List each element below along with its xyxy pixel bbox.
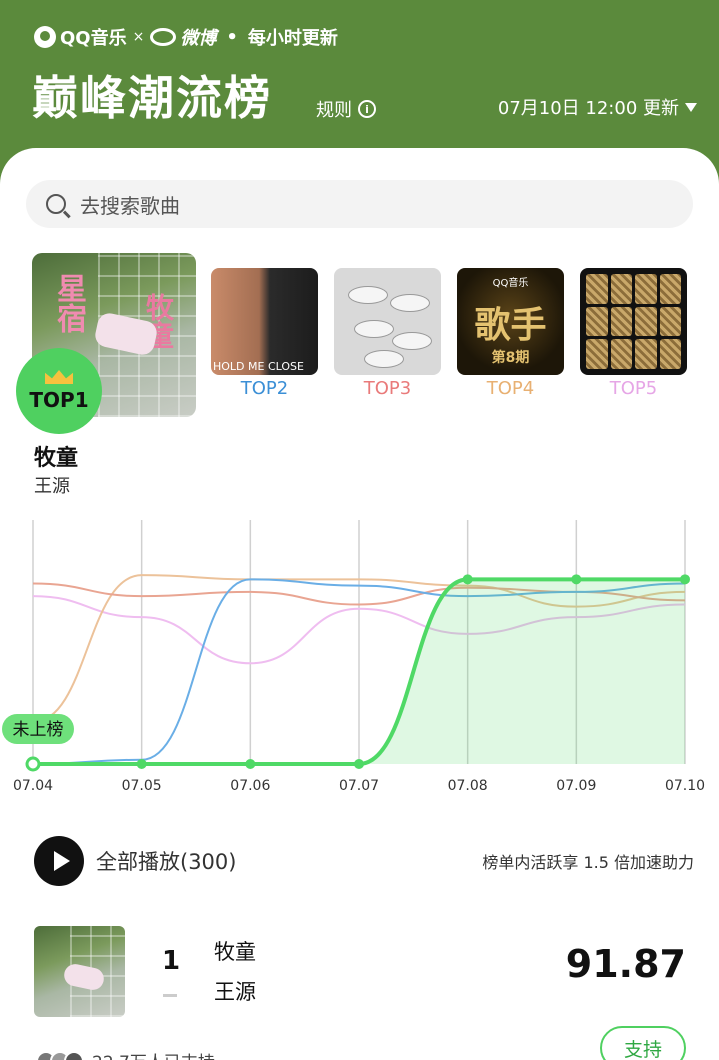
x-tick-label: 07.05: [122, 778, 162, 794]
supporters-info: 22.7万人已支持: [36, 1048, 215, 1060]
support-button[interactable]: 支持: [600, 1026, 686, 1060]
search-bar[interactable]: 去搜索歌曲: [26, 180, 693, 228]
cover-lettering: 星宿: [51, 273, 86, 333]
unranked-label: 未上榜: [13, 720, 64, 740]
weibo-logo-icon: [150, 28, 177, 46]
info-icon: i: [358, 100, 376, 118]
trend-chart: 未上榜 07.04 07.05 07.06 07.07 07.08 07.09 07.10: [2, 520, 705, 794]
top2-cover[interactable]: HOLD ME CLOSE: [211, 268, 318, 375]
song-score: 91.87: [565, 942, 686, 986]
caret-down-icon: [685, 102, 697, 112]
x-tick-label: 07.04: [13, 778, 53, 794]
qq-music-logo-icon: [34, 26, 56, 48]
boost-hint: 榜单内活跃享 1.5 倍加速助力: [482, 853, 694, 872]
x-tick-label: 07.10: [665, 778, 705, 794]
top5-label: TOP5: [609, 378, 658, 399]
rank-change-indicator: [163, 994, 177, 997]
top2-label: TOP2: [240, 378, 289, 399]
data-point: [245, 759, 256, 769]
update-time-dropdown[interactable]: 07月10日 12:00 更新: [498, 94, 697, 120]
top3-label: TOP3: [363, 378, 412, 399]
rules-link[interactable]: 规则 i: [316, 96, 376, 122]
page-title: 巅峰潮流榜: [32, 71, 272, 125]
play-all-button[interactable]: [34, 836, 84, 886]
rules-label: 规则: [316, 100, 352, 121]
list-item[interactable]: 1 牧童 王源 91.87: [34, 926, 686, 1018]
song-cover: [34, 926, 125, 1017]
main-card: 去搜索歌曲 星宿 牧童 TOP1 牧童 王源 HOLD ME CLOSE TOP…: [0, 148, 719, 1060]
x-tick-label: 07.06: [230, 778, 270, 794]
avatar: [64, 1050, 84, 1060]
rank-number: 1: [162, 946, 181, 976]
crown-icon: [45, 370, 73, 384]
data-point: [354, 759, 364, 769]
x-tick-label: 07.07: [339, 778, 379, 794]
data-point: [680, 574, 690, 585]
x-tick-label: 07.09: [556, 778, 596, 794]
top3-cover[interactable]: [334, 268, 441, 375]
page-header: QQ音乐 × 微博 • 每小时更新 巅峰潮流榜 规则 i 07月10日 12:0…: [0, 0, 719, 160]
top1-badge: TOP1: [16, 348, 102, 434]
dot-separator: •: [226, 26, 238, 48]
top1-song-title[interactable]: 牧童: [34, 440, 78, 472]
supporters-count: 22.7万人已支持: [92, 1048, 215, 1060]
cover-lettering: 歌手: [474, 305, 547, 346]
brand-weibo: 微博: [180, 28, 217, 49]
top4-cover[interactable]: QQ音乐 歌手 第8期: [457, 268, 564, 375]
search-icon: [46, 194, 66, 214]
song-artist: 王源: [214, 980, 256, 1004]
play-row: 全部播放(300) 榜单内活跃享 1.5 倍加速助力: [34, 836, 694, 886]
cover-lettering: 第8期: [491, 350, 530, 366]
update-time: 07月10日 12:00 更新: [497, 98, 679, 119]
search-placeholder: 去搜索歌曲: [80, 193, 180, 218]
brand-row: QQ音乐 × 微博 • 每小时更新: [34, 24, 338, 50]
play-all-label[interactable]: 全部播放(300): [96, 846, 236, 876]
cover-lettering: QQ音乐: [492, 278, 529, 289]
album-art: [34, 926, 125, 1017]
brand-separator: ×: [132, 29, 145, 45]
song-title: 牧童: [214, 940, 256, 964]
data-point: [571, 574, 582, 585]
brand-qq: QQ音乐: [60, 28, 127, 49]
top5-cover[interactable]: [580, 268, 687, 375]
data-point: [462, 574, 473, 585]
update-frequency: 每小时更新: [247, 28, 338, 49]
x-tick-label: 07.08: [448, 778, 488, 794]
top1-artist[interactable]: 王源: [34, 472, 70, 498]
top4-label: TOP4: [486, 378, 535, 399]
top1-badge-label: TOP1: [29, 388, 89, 412]
data-point: [136, 759, 147, 769]
data-point: [25, 756, 41, 772]
cover-lettering: HOLD ME CLOSE: [213, 360, 304, 373]
